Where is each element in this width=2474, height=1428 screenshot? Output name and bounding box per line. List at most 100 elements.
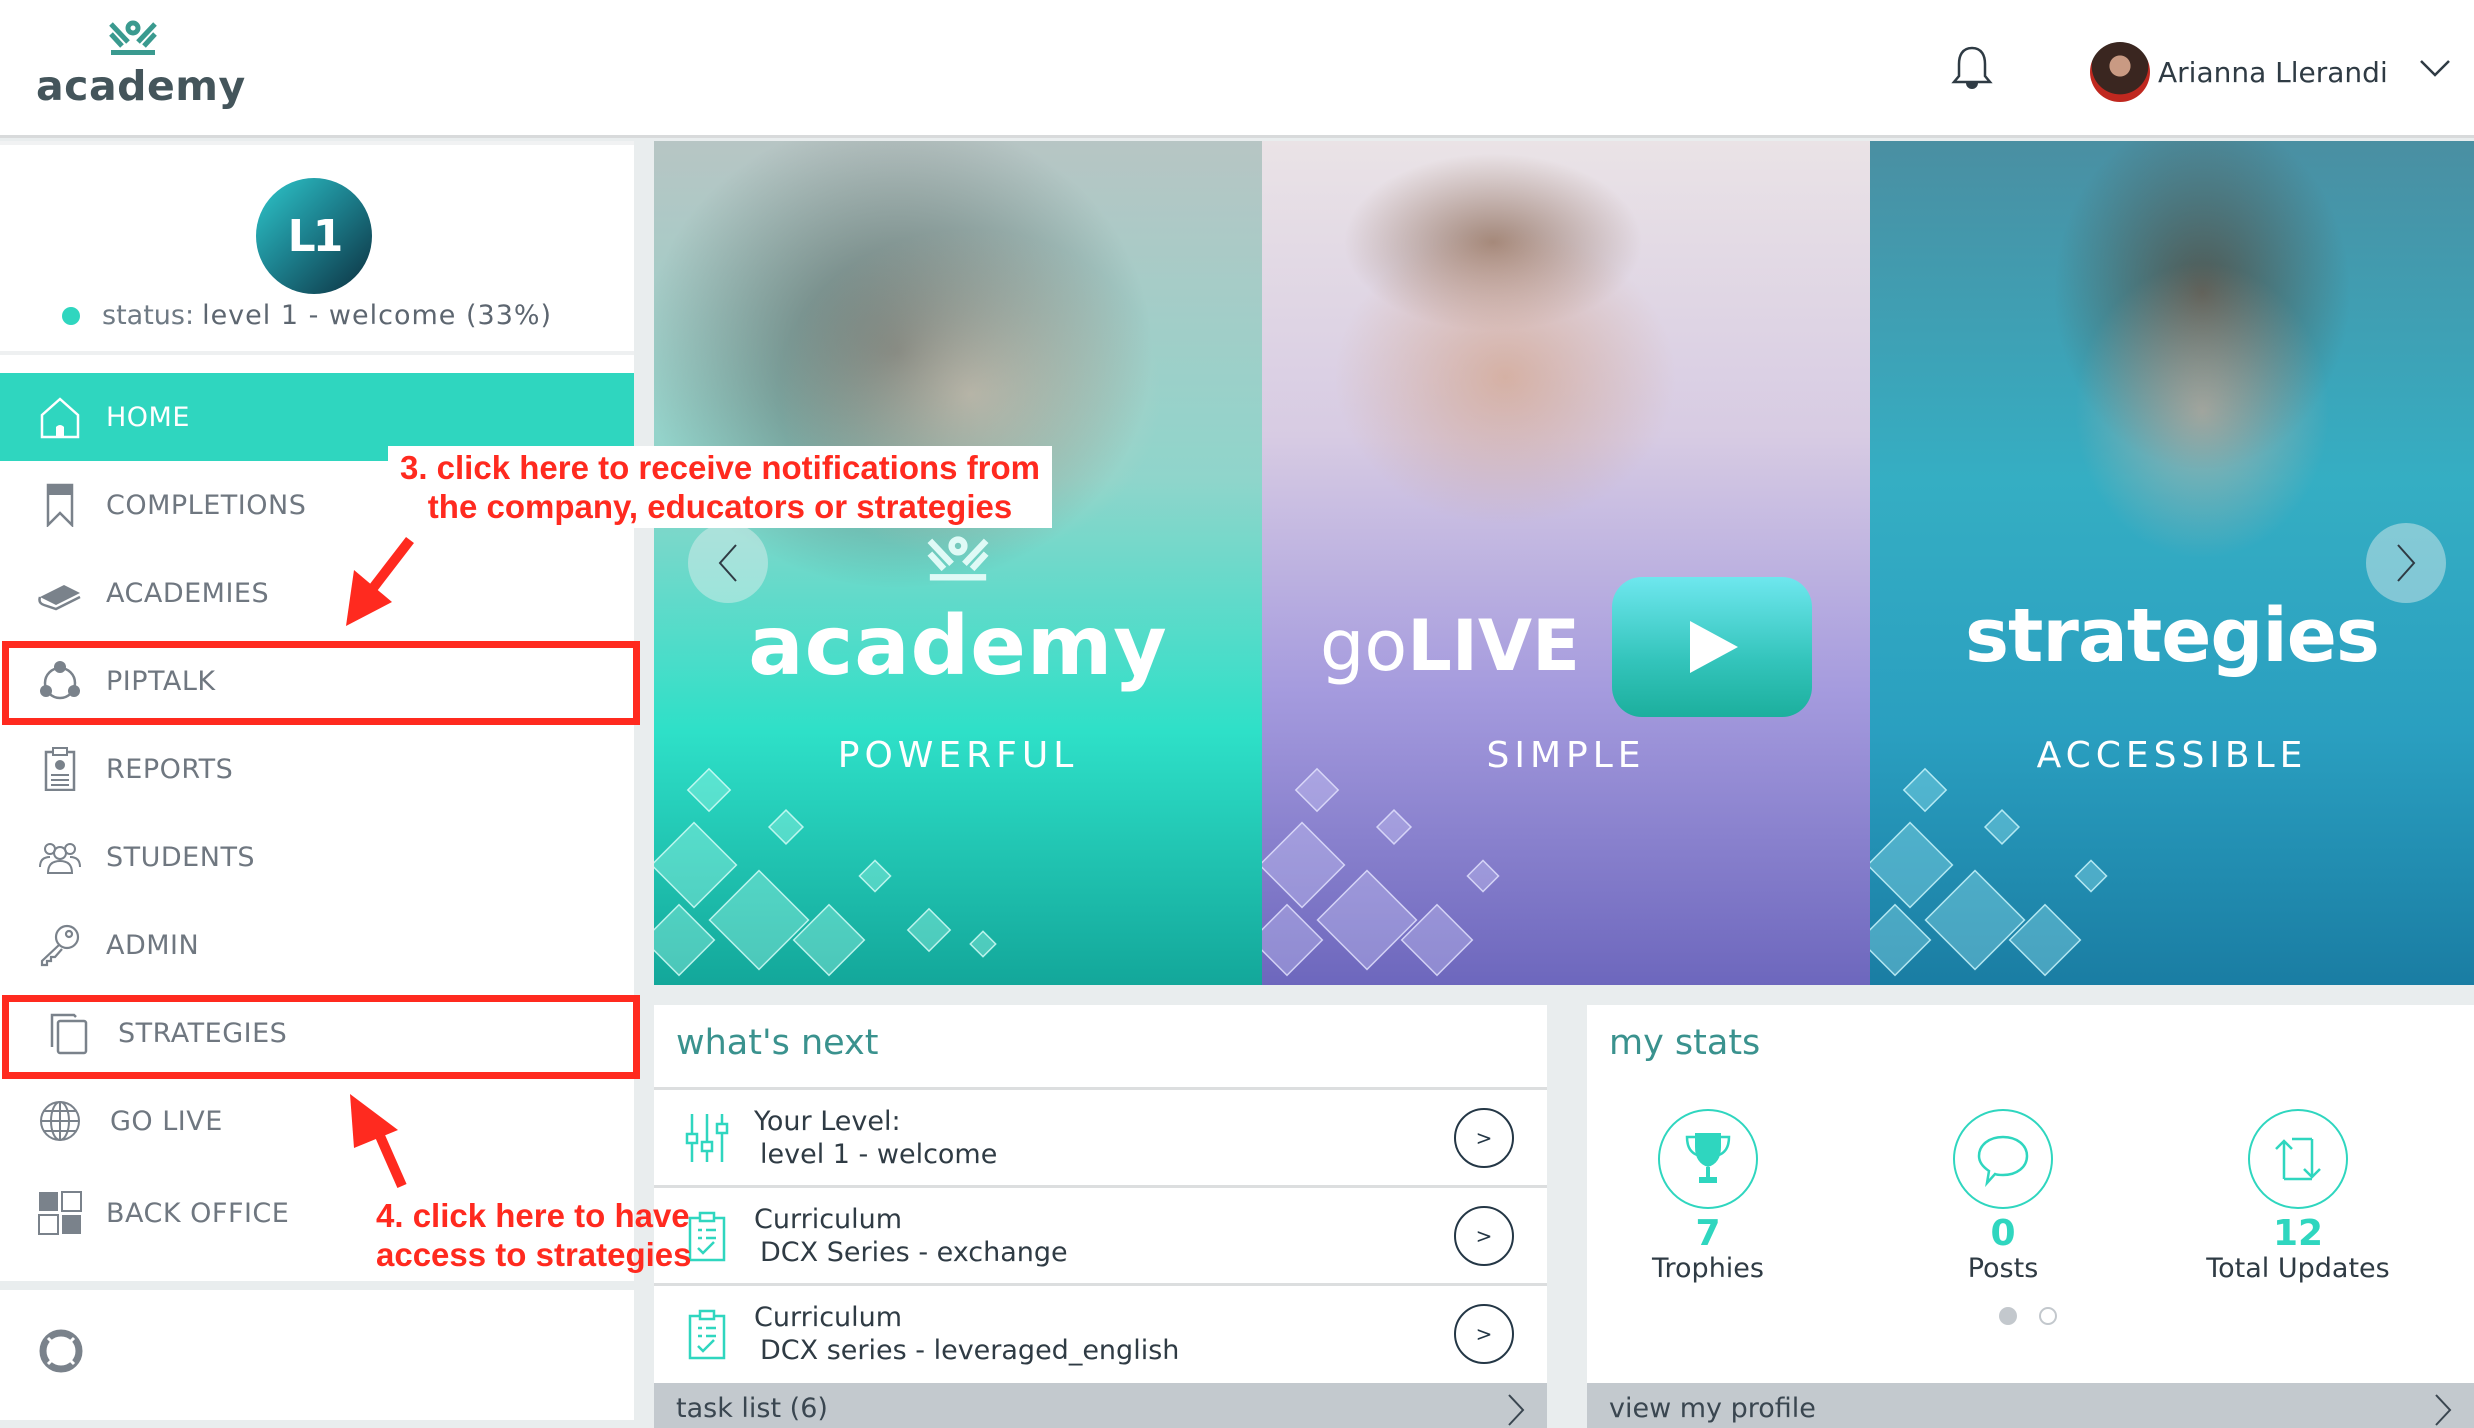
chat-bubble-icon xyxy=(1977,1135,2029,1187)
view-profile-label: view my profile xyxy=(1609,1393,1816,1424)
list-item[interactable]: Curriculum DCX series - leveraged_englis… xyxy=(654,1283,1547,1381)
stat-trophies[interactable]: 7 Trophies xyxy=(1588,1109,1828,1284)
sidebar-item-strategies[interactable]: STRATEGIES xyxy=(0,989,634,1077)
bell-icon[interactable] xyxy=(1950,44,1994,92)
copy-icon xyxy=(46,1011,90,1055)
chevron-down-icon[interactable] xyxy=(2418,56,2452,80)
sidebar-footer xyxy=(0,1290,634,1420)
annotation-arrow-icon xyxy=(346,536,414,626)
slide-title: strategies xyxy=(1965,593,2380,679)
sidebar-item-admin[interactable]: ADMIN xyxy=(0,901,634,989)
stats-pagination xyxy=(1999,1307,2057,1325)
chevron-left-icon xyxy=(718,544,737,582)
repost-icon xyxy=(2275,1137,2321,1181)
stat-value: 7 xyxy=(1695,1213,1721,1254)
card-title: what's next xyxy=(676,1023,879,1063)
card-title: my stats xyxy=(1609,1023,1761,1063)
sidebar-item-reports[interactable]: REPORTS xyxy=(0,725,634,813)
grid-icon xyxy=(38,1191,82,1235)
sidebar-item-label: HOME xyxy=(106,401,190,433)
annotation-note-4: 4. click here to have access to strategi… xyxy=(370,1194,698,1276)
stat-label: Posts xyxy=(1967,1253,2039,1284)
user-menu[interactable]: Arianna Llerandi xyxy=(2090,40,2388,104)
stat-icon-circle xyxy=(2248,1109,2348,1209)
page-dot-active[interactable] xyxy=(1999,1307,2017,1325)
list-item[interactable]: Your Level: level 1 - welcome > xyxy=(654,1087,1547,1185)
lifebuoy-icon[interactable] xyxy=(38,1328,84,1374)
annotation-line: 4. click here to have xyxy=(376,1197,690,1234)
item-title: Your Level: xyxy=(754,1106,901,1137)
stat-total-updates[interactable]: 12 Total Updates xyxy=(2178,1109,2418,1284)
cubes-decoration-icon xyxy=(654,767,997,977)
annotation-line: access to strategies xyxy=(376,1236,692,1273)
sidebar-item-label: STRATEGIES xyxy=(118,1017,288,1049)
status-value: level 1 - welcome (33%) xyxy=(202,300,553,331)
top-header: academy Arianna Llerandi xyxy=(0,0,2474,138)
go-button[interactable]: > xyxy=(1454,1108,1514,1168)
slide-title: goLIVE xyxy=(1320,605,1580,687)
sidebar-item-academies[interactable]: ACADEMIES xyxy=(0,549,634,637)
slide-subtitle: POWERFUL xyxy=(837,735,1079,776)
item-detail: DCX series - leveraged_english xyxy=(760,1335,1180,1366)
carousel-slide-golive[interactable]: goLIVE SIMPLE xyxy=(1262,141,1870,985)
stat-icon-circle xyxy=(1953,1109,2053,1209)
crown-logo-icon xyxy=(109,20,157,55)
bookmark-icon xyxy=(38,483,82,527)
sidebar-item-students[interactable]: STUDENTS xyxy=(0,813,634,901)
go-button[interactable]: > xyxy=(1454,1304,1514,1364)
play-button[interactable] xyxy=(1612,577,1812,717)
task-list-link[interactable]: task list (6) xyxy=(654,1383,1547,1428)
key-icon xyxy=(38,923,82,967)
annotation-note-3: 3. click here to receive notifications f… xyxy=(388,446,1052,528)
stat-label: Trophies xyxy=(1652,1253,1764,1284)
sidebar-item-label: ADMIN xyxy=(106,929,200,961)
slide-title: academy xyxy=(748,599,1168,694)
stat-posts[interactable]: 0 Posts xyxy=(1883,1109,2123,1284)
sidebar-item-label: PIPTALK xyxy=(106,665,216,697)
stat-icon-circle xyxy=(1658,1109,1758,1209)
sidebar-item-piptalk[interactable]: PIPTALK xyxy=(0,637,634,725)
sidebar-item-label: COMPLETIONS xyxy=(106,489,307,521)
annotation-line: the company, educators or strategies xyxy=(427,488,1013,525)
clipboard-check-icon xyxy=(688,1309,726,1360)
item-title: Curriculum xyxy=(754,1302,903,1333)
status-label: status: xyxy=(102,300,195,331)
page-dot[interactable] xyxy=(2039,1307,2057,1325)
carousel-prev-button[interactable] xyxy=(688,523,768,603)
sidebar-item-label: GO LIVE xyxy=(110,1105,223,1137)
status-line: status: level 1 - welcome (33%) xyxy=(62,300,552,331)
slide-title-bold: LIVE xyxy=(1407,605,1580,687)
globe-icon xyxy=(38,1099,82,1143)
users-icon xyxy=(38,835,82,879)
status-dot xyxy=(62,306,80,325)
list-item[interactable]: Curriculum DCX Series - exchange > xyxy=(654,1185,1547,1283)
brand-name: academy xyxy=(36,62,246,110)
my-stats-card: my stats 7 Trophies 0 Posts 12 Total Upd… xyxy=(1587,1005,2474,1428)
whats-next-card: what's next Your Level: level 1 - welcom… xyxy=(654,1005,1547,1428)
academy-logo[interactable]: academy xyxy=(36,16,245,116)
view-profile-link[interactable]: view my profile xyxy=(1587,1383,2474,1428)
chevron-right-icon xyxy=(1508,1394,1525,1426)
annotation-line: 3. click here to receive notifications f… xyxy=(399,449,1041,486)
stat-value: 0 xyxy=(1990,1213,2016,1254)
item-detail: DCX Series - exchange xyxy=(760,1237,1068,1268)
go-button[interactable]: > xyxy=(1454,1206,1514,1266)
sidebar-item-go-live[interactable]: GO LIVE xyxy=(0,1077,634,1165)
cubes-decoration-icon xyxy=(1262,767,1500,977)
book-icon xyxy=(38,571,82,615)
carousel-next-button[interactable] xyxy=(2366,523,2446,603)
item-title: Curriculum xyxy=(754,1204,903,1235)
chevron-right-icon xyxy=(2397,544,2416,582)
sidebar-item-label: STUDENTS xyxy=(106,841,256,873)
trophy-icon xyxy=(1685,1133,1731,1183)
slide-subtitle: SIMPLE xyxy=(1486,735,1646,776)
stat-label: Total Updates xyxy=(2206,1253,2390,1284)
sidebar-item-label: REPORTS xyxy=(106,753,234,785)
network-icon xyxy=(38,659,82,703)
level-badge: L1 xyxy=(256,178,372,294)
slide-title-light: go xyxy=(1320,605,1408,687)
crown-logo-icon xyxy=(927,536,989,581)
play-icon xyxy=(1690,621,1738,673)
avatar xyxy=(2090,42,2150,102)
cubes-decoration-icon xyxy=(1870,767,2108,977)
